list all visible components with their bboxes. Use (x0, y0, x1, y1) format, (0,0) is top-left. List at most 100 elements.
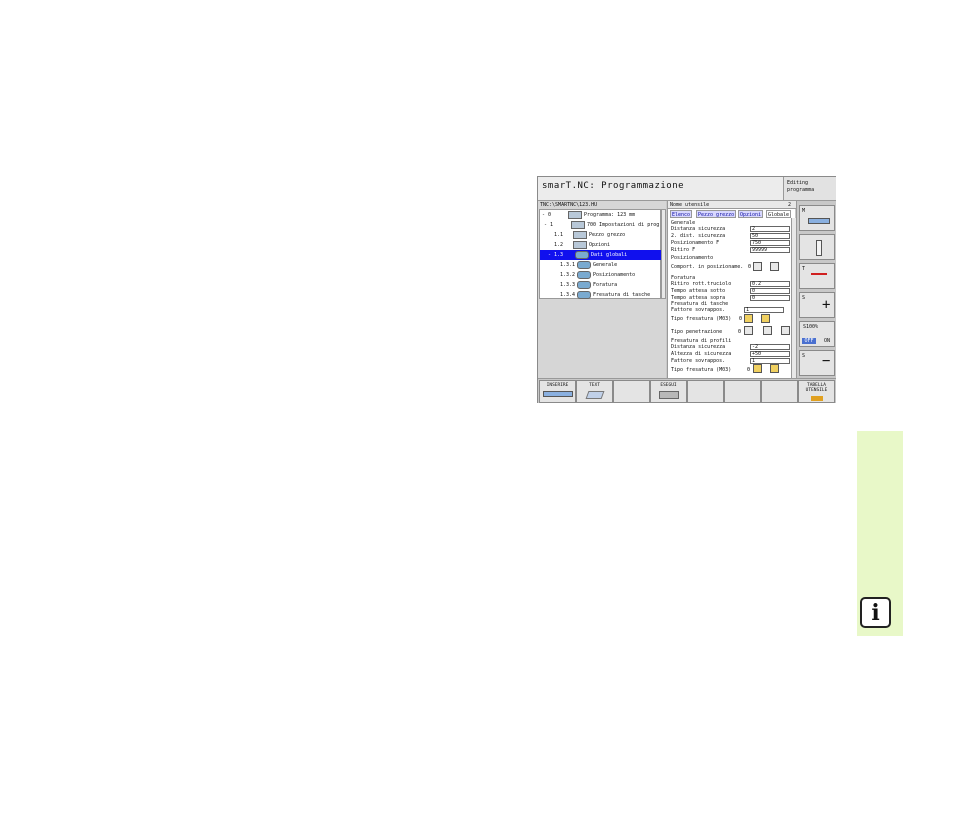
tree-item-label: Pezzo grezzo (589, 232, 626, 238)
tree-item-number: 1.3.1 (560, 262, 576, 268)
softkey-3[interactable] (613, 380, 650, 403)
tree-item[interactable]: 1.3.2 Posizionamento (540, 270, 661, 280)
plunge-reciprocating-icon[interactable] (781, 326, 790, 335)
plunge-vertical-icon[interactable] (744, 326, 753, 335)
ritiro-rottura-input[interactable]: 0.2 (750, 281, 790, 287)
tree-scrollbar[interactable] (661, 209, 666, 299)
info-icon: i (860, 597, 891, 628)
field-label: Ritiro rott.truciolo (671, 281, 732, 287)
tab-pezzo-grezzo[interactable]: Pezzo grezzo (696, 210, 737, 218)
tree-item-label: Programma: 123 mm (584, 212, 636, 218)
tree-item[interactable]: 1.3.1 Generale (540, 260, 661, 270)
file-path: TNC:\SMARTNC\123.HU (540, 202, 598, 208)
field-label: Tempo attesa sotto (671, 288, 726, 294)
option-value: 0 (748, 264, 752, 270)
field-label: Distanza sicurezza (671, 344, 726, 350)
fattore-sovrapp-input[interactable]: 1 (744, 307, 784, 313)
text-key[interactable]: TEXT (576, 380, 613, 403)
tempo-attesa-sotto-input[interactable]: 0 (750, 288, 790, 294)
dist-sicurezza-2-input[interactable]: 50 (750, 233, 790, 239)
tree-item-label: Foratura (593, 282, 618, 288)
vertical-softkey-bar: M T S + S100% OFF ON S − (796, 201, 836, 378)
climb-milling-icon[interactable] (744, 314, 753, 323)
tree-item[interactable]: 1.3.3 Foratura (540, 280, 661, 290)
info-glyph: i (871, 600, 880, 626)
tree-item-label: Fresatura di tasche (593, 292, 651, 298)
key-label: S100% (803, 324, 819, 330)
plunge-helical-icon[interactable] (763, 326, 772, 335)
key-label: TEXT (589, 383, 600, 388)
form-header-value: 2 (788, 202, 792, 208)
spindle-plus-key[interactable]: S + (799, 292, 835, 318)
softkey-5[interactable] (687, 380, 724, 403)
tree-item-number: - 1.3 (548, 252, 564, 258)
title-bar: smarT.NC: Programmazione (538, 177, 783, 201)
inserire-key[interactable]: INSERIRE (539, 380, 576, 403)
form-panel: Nome utensile 2 Elenco Pezzo grezzo Opzi… (667, 201, 796, 378)
minus-icon: − (822, 353, 831, 369)
field-label: Fattore sovrappos. (671, 358, 726, 364)
globe-icon (577, 281, 591, 289)
workpiece-icon (573, 231, 587, 239)
on-toggle[interactable]: ON (824, 338, 830, 344)
horizontal-softkey-bar: INSERIRE TEXT ESEGUI TABELLA UTENSILE (538, 378, 836, 403)
tree-item[interactable]: 1.2 Opzioni (540, 240, 661, 250)
t-key[interactable]: T (799, 263, 835, 289)
tree-item[interactable]: 1.1 Pezzo grezzo (540, 230, 661, 240)
position-mode-2-icon[interactable] (770, 262, 779, 271)
tree-item[interactable]: 1.3.4 Fresatura di tasche (540, 290, 661, 300)
field-label: Tipo penetrazione (671, 329, 723, 335)
contour-dist-sicurezza-input[interactable]: -2 (750, 344, 790, 350)
form-header-label: Nome utensile (670, 202, 710, 208)
altezza-sicurezza-input[interactable]: +50 (750, 351, 790, 357)
program-tree: - 0 Programma: 123 mm - 1 700 Impostazio… (539, 209, 661, 299)
spindle-icon (808, 218, 830, 224)
off-toggle[interactable]: OFF (802, 338, 816, 344)
conventional-milling-icon[interactable] (761, 314, 770, 323)
tree-item-number: 1.1 (554, 232, 564, 238)
field-label: Fattore sovrappos. (671, 307, 726, 313)
tempo-attesa-sopra-input[interactable]: 0 (750, 295, 790, 301)
tree-item-number: 1.3.4 (560, 292, 576, 298)
tool-icon (816, 240, 822, 256)
tab-opzioni[interactable]: Opzioni (738, 210, 764, 218)
posizionamento-f-input[interactable]: 750 (750, 240, 790, 246)
m-function-key[interactable]: M (799, 205, 835, 231)
tree-item-label: Generale (593, 262, 618, 268)
contour-climb-icon[interactable] (753, 364, 762, 373)
tnc-screen: smarT.NC: Programmazione Editing program… (537, 176, 836, 403)
globe-icon (577, 261, 591, 269)
tabella-utensile-key[interactable]: TABELLA UTENSILE (798, 380, 835, 403)
options-icon (573, 241, 587, 249)
key-label: S (802, 295, 806, 301)
key-label: S (802, 353, 806, 359)
softkey-7[interactable] (761, 380, 798, 403)
key-label: M (802, 208, 806, 214)
distanza-sicurezza-input[interactable]: 2 (750, 226, 790, 232)
tree-item[interactable]: - 0 Programma: 123 mm (540, 210, 661, 220)
tab-globale[interactable]: Globale (766, 210, 792, 218)
tool-key[interactable] (799, 234, 835, 260)
spindle-minus-key[interactable]: S − (799, 350, 835, 376)
field-label: Distanza sicurezza (671, 226, 726, 232)
field-label: Posizionamento F (671, 240, 720, 246)
field-label: Comport. in posizioname. (671, 264, 744, 270)
spindle-override-key[interactable]: S100% OFF ON (799, 321, 835, 347)
plus-icon: + (822, 297, 831, 313)
tool-change-arrow-icon (811, 273, 827, 275)
key-label: T (802, 266, 806, 272)
tree-item[interactable]: - 1 700 Impostazioni di prog (540, 220, 661, 230)
softkey-6[interactable] (724, 380, 761, 403)
position-mode-1-icon[interactable] (753, 262, 762, 271)
mode-line-1: Editing (787, 180, 809, 186)
app-title: smarT.NC: Programmazione (542, 181, 685, 191)
ritiro-f-input[interactable]: 99999 (750, 247, 790, 253)
contour-conventional-icon[interactable] (770, 364, 779, 373)
tree-item-selected[interactable]: - 1.3 Dati globali (540, 250, 661, 260)
esegui-key[interactable]: ESEGUI (650, 380, 687, 403)
globe-icon (577, 271, 591, 279)
tree-item-number: - 0 (542, 212, 552, 218)
tree-item-label: Opzioni (589, 242, 611, 248)
tab-elenco[interactable]: Elenco (670, 210, 693, 218)
tree-item-number: 1.3.3 (560, 282, 576, 288)
